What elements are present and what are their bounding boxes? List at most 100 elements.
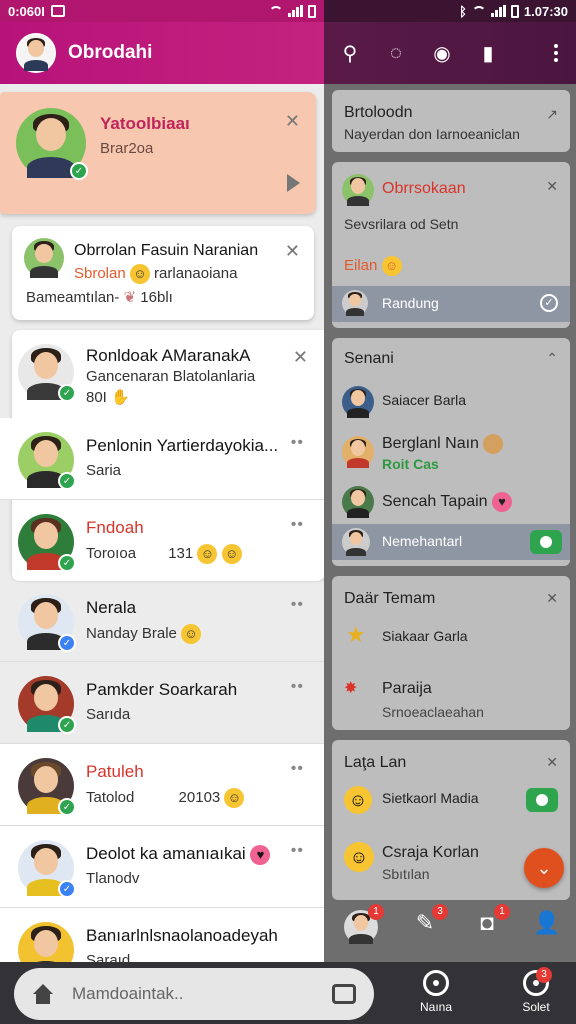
chat-row[interactable]: ✓ Penlonin Yartierdayokia... Saria •• — [0, 418, 324, 500]
shopping-bag-icon[interactable]: ▮ — [474, 39, 502, 67]
chat-name: Banıarlnlsnaolanoadeyah — [86, 926, 278, 945]
badge-text: Eilan — [344, 256, 378, 274]
smile-emoji-icon: ☺ — [197, 544, 218, 564]
more-icon[interactable]: •• — [291, 516, 304, 534]
nav-item-solet[interactable]: 3 Solet — [506, 967, 566, 1014]
more-icon[interactable]: •• — [291, 596, 304, 614]
member-name: Sietkaorl Madia — [382, 790, 479, 806]
online-check-icon: ✓ — [58, 554, 76, 572]
notice-title: Obrrolan Fasuin Naranian — [74, 242, 259, 259]
more-icon[interactable]: •• — [291, 434, 304, 452]
profile-avatar[interactable] — [16, 33, 56, 73]
chat-subtitle-text: Nanday Brale — [86, 624, 177, 642]
avatar: ✓ — [18, 758, 76, 816]
online-check-icon: ✓ — [58, 472, 76, 490]
camera-icon[interactable]: ◘ 1 — [470, 904, 510, 944]
avatar — [342, 386, 374, 418]
card-title: Daär Temam — [344, 590, 436, 607]
play-icon[interactable] — [287, 174, 300, 192]
card-title: Obrrsokaan — [382, 180, 466, 197]
chat-name: Pamkder Soarkarah — [86, 680, 238, 699]
active-toggle[interactable] — [530, 530, 562, 554]
chat-subtitle: Toroıoa 131 ☺ ☺ — [86, 544, 286, 564]
nav-item-home[interactable]: Naına — [406, 970, 466, 1014]
more-options-icon[interactable] — [554, 44, 558, 62]
heart-eyes-emoji-icon: ♥ — [250, 844, 271, 865]
member-name: Csraja Korlan — [382, 844, 479, 861]
thumbs-up-icon: ✋ — [111, 389, 130, 406]
signal-icon — [490, 5, 506, 17]
expand-fab-button[interactable]: ⌄ — [524, 848, 564, 888]
more-icon[interactable]: •• — [291, 678, 304, 696]
pin-icon[interactable]: ↗ — [546, 106, 558, 123]
status-time: 1.07:30 — [523, 3, 568, 19]
home-circle-icon — [423, 970, 449, 996]
active-toggle[interactable] — [526, 788, 558, 812]
chat-name: Deolot ka amanıaıkai ♥ — [86, 844, 286, 865]
emoji-icon — [483, 434, 504, 454]
member-name-text: Sencah Tapain — [382, 493, 488, 511]
close-icon[interactable]: ✕ — [285, 112, 300, 130]
close-icon[interactable]: ✕ — [546, 178, 558, 195]
chat-row[interactable]: ✓ Patuleh Tatolod 20103 ☺ •• — [0, 744, 324, 826]
chat-name: Yatoolbiaaı — [100, 114, 190, 133]
notice-highlight: Sbrolan — [74, 264, 126, 282]
member-name-text: Berglanl Naın — [382, 435, 479, 453]
group-card[interactable]: Senani ⌃ Saiacer Barla Berglanl Naın Roi… — [332, 338, 570, 566]
smile-emoji-icon: ☺ — [181, 624, 202, 644]
chat-row[interactable]: ✓ Nerala Nanday Brale ☺ •• — [0, 580, 324, 662]
close-icon[interactable]: ✕ — [293, 348, 308, 366]
home-icon[interactable] — [32, 984, 54, 1004]
card-subtitle: Nayerdan don Iarnoeaniclan — [344, 126, 520, 142]
info-card[interactable]: Obrrsokaan ✕ Sevsrilara od Setn Eilan ☺ … — [332, 162, 570, 328]
member-name: Nemehantarl — [382, 533, 463, 549]
gallery-notification-icon — [50, 5, 65, 17]
notification-badge: 3 — [432, 904, 448, 920]
filter-search-icon[interactable]: ◌ — [382, 39, 410, 67]
profile-icon[interactable]: 👤 — [530, 910, 564, 944]
search-bar[interactable]: Mamdoaintak.. — [14, 968, 374, 1020]
chat-row[interactable]: ✓ Fndoah Toroıoa 131 ☺ ☺ •• — [12, 500, 324, 582]
selected-row[interactable]: Randung ✓ — [332, 286, 570, 322]
group-card[interactable]: Daär Temam ✕ ★ Siakaar Garla ✸ Paraija S… — [332, 576, 570, 730]
zoom-icon[interactable]: ◉ — [428, 39, 456, 67]
info-card[interactable]: Brtoloodn Nayerdan don Iarnoeaniclan ↗ — [332, 90, 570, 152]
search-icon[interactable]: ⚲ — [336, 39, 364, 67]
notice-text: 16blı — [140, 289, 173, 306]
chat-name-text: Deolot ka amanıaıkai — [86, 844, 246, 863]
chevron-up-icon[interactable]: ⌃ — [546, 350, 558, 367]
smile-emoji-icon: ☺ — [224, 788, 245, 808]
status-time: 0:060I — [8, 3, 45, 19]
smile-emoji-icon: ☺ — [344, 842, 374, 872]
card-title: Brtoloodn — [344, 104, 413, 121]
close-icon[interactable]: ✕ — [546, 754, 558, 771]
close-icon[interactable]: ✕ — [546, 590, 558, 607]
camera-icon[interactable] — [332, 984, 356, 1004]
online-check-icon: ✓ — [58, 384, 76, 402]
chat-row[interactable]: ✓ Deolot ka amanıaıkai ♥ Tlanodv •• — [0, 826, 324, 908]
highlight-chat-card[interactable]: ✓ Yatoolbiaaı Brar2oa ✕ — [0, 92, 316, 214]
chat-extra: 131 — [168, 544, 194, 562]
more-icon[interactable]: •• — [291, 842, 304, 860]
card-title: Senani — [344, 350, 394, 367]
wifi-icon — [269, 6, 283, 16]
chat-name: Ronldoak AMaranakA — [86, 346, 251, 365]
status-bar: ᛒ 1.07:30 — [324, 0, 576, 22]
chat-bubble-icon[interactable]: ✎ 3 — [408, 904, 448, 944]
notice-line: Bameamtılan- ❦ 16blı — [26, 288, 296, 306]
notice-card[interactable]: Obrrolan Fasuin Naranian Sbrolan ☺ rarla… — [12, 226, 314, 320]
chat-subtitle: Nanday Brale ☺ — [86, 624, 286, 644]
selected-row[interactable]: Nemehantarl — [332, 524, 570, 560]
smile-emoji-icon: ☺ — [129, 264, 150, 284]
chat-subtitle-text: Toroıoa — [86, 544, 137, 562]
close-icon[interactable]: ✕ — [285, 242, 300, 260]
avatar: ✓ — [18, 676, 76, 734]
member-status: Srnoeaclaeahan — [382, 704, 484, 720]
chat-row[interactable]: ✓ Pamkder Soarkarah Sarıda •• — [0, 662, 324, 744]
contact-avatar-button[interactable]: 1 — [344, 904, 384, 944]
row-label: Randung — [382, 295, 439, 311]
notification-badge: 1 — [368, 904, 384, 920]
toolbar: ⚲ ◌ ◉ ▮ — [324, 22, 576, 84]
more-icon[interactable]: •• — [291, 760, 304, 778]
check-circle-icon[interactable]: ✓ — [540, 294, 558, 312]
